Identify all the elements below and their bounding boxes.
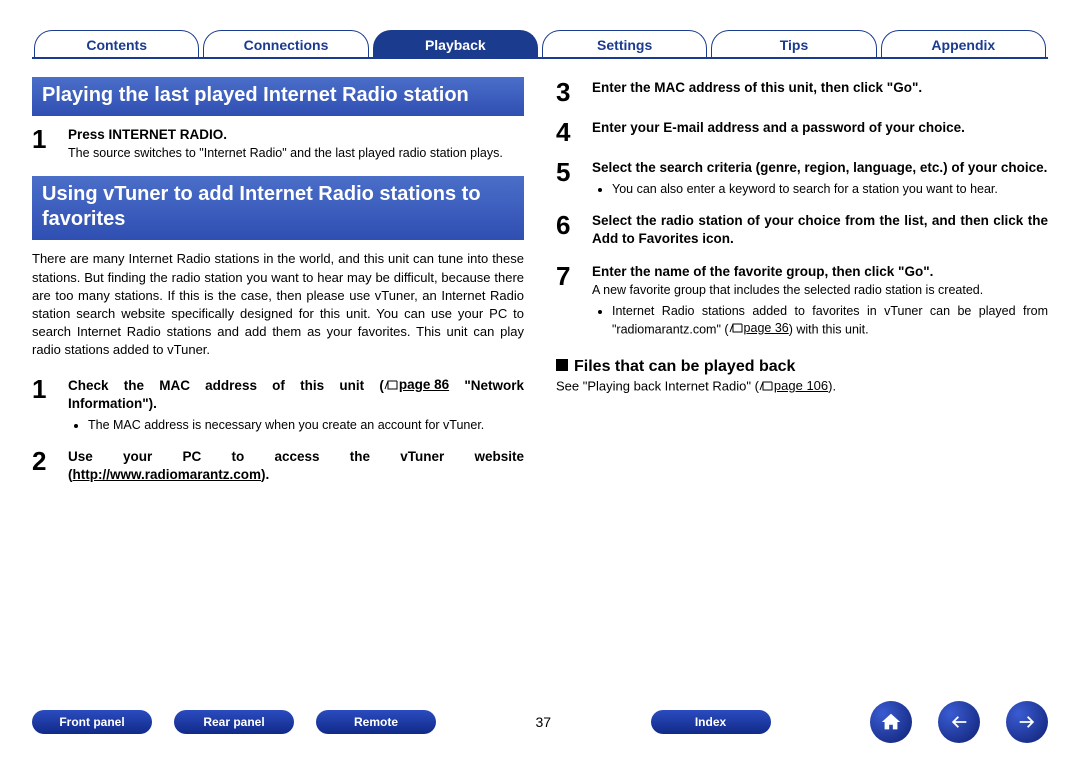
bottom-bar: Front panel Rear panel Remote 37 Index — [32, 701, 1048, 743]
step-number: 6 — [556, 212, 582, 248]
left-column: Playing the last played Internet Radio s… — [32, 73, 524, 498]
step-number: 1 — [32, 376, 58, 434]
vtuner-step-6: 6 Select the radio station of your choic… — [556, 212, 1048, 248]
vtuner-step-2: 2 Use your PC to access the vTuner websi… — [32, 448, 524, 484]
arrow-left-icon — [948, 711, 970, 733]
heading-vtuner: Using vTuner to add Internet Radio stati… — [32, 176, 524, 240]
step-number: 5 — [556, 159, 582, 198]
files-heading: Files that can be played back — [556, 358, 1048, 376]
step-bullet: Internet Radio stations added to favorit… — [612, 303, 1048, 338]
files-note: See "Playing back Internet Radio" (page … — [556, 378, 1048, 394]
nav-rear-panel[interactable]: Rear panel — [174, 710, 294, 734]
step-title: Enter the name of the favorite group, th… — [592, 264, 933, 279]
vtuner-url-link[interactable]: http://www.radiomarantz.com — [73, 467, 262, 482]
tab-contents[interactable]: Contents — [34, 30, 199, 57]
home-button[interactable] — [870, 701, 912, 743]
step-title-part: ). — [261, 467, 269, 482]
top-tabs: Contents Connections Playback Settings T… — [32, 30, 1048, 59]
step-title: Press INTERNET RADIO. — [68, 127, 227, 142]
tab-tips[interactable]: Tips — [711, 30, 876, 57]
vtuner-step-3: 3 Enter the MAC address of this unit, th… — [556, 79, 1048, 105]
step-number: 1 — [32, 126, 58, 162]
step-number: 2 — [32, 448, 58, 484]
step-bullet: You can also enter a keyword to search f… — [612, 181, 1047, 198]
page-link-106[interactable]: page 106 — [759, 378, 828, 393]
nav-remote[interactable]: Remote — [316, 710, 436, 734]
right-column: 3 Enter the MAC address of this unit, th… — [556, 73, 1048, 498]
step-body: The source switches to "Internet Radio" … — [68, 146, 503, 160]
page-number: 37 — [535, 714, 551, 730]
step-title: Select the search criteria (genre, regio… — [592, 160, 1047, 175]
step-number: 7 — [556, 263, 582, 339]
vtuner-step-7: 7 Enter the name of the favorite group, … — [556, 263, 1048, 339]
tab-settings[interactable]: Settings — [542, 30, 707, 57]
arrow-right-icon — [1016, 711, 1038, 733]
tab-connections[interactable]: Connections — [203, 30, 368, 57]
step-1: 1 Press INTERNET RADIO. The source switc… — [32, 126, 524, 162]
vtuner-step-5: 5 Select the search criteria (genre, reg… — [556, 159, 1048, 198]
step-title: Select the radio station of your choice … — [592, 213, 1048, 246]
vtuner-intro: There are many Internet Radio stations i… — [32, 250, 524, 359]
tab-playback[interactable]: Playback — [373, 30, 538, 57]
heading-play-last: Playing the last played Internet Radio s… — [32, 77, 524, 116]
step-title: Enter the MAC address of this unit, then… — [592, 80, 922, 95]
step-number: 4 — [556, 119, 582, 145]
vtuner-step-1: 1 Check the MAC address of this unit (pa… — [32, 376, 524, 434]
page-link-86[interactable]: page 86 — [384, 376, 449, 394]
step-number: 3 — [556, 79, 582, 105]
nav-front-panel[interactable]: Front panel — [32, 710, 152, 734]
step-bullet: The MAC address is necessary when you cr… — [88, 417, 524, 434]
step-title-part: Check the MAC address of this unit ( — [68, 378, 384, 393]
tab-appendix[interactable]: Appendix — [881, 30, 1046, 57]
step-title: Enter your E-mail address and a password… — [592, 120, 965, 135]
vtuner-step-4: 4 Enter your E-mail address and a passwo… — [556, 119, 1048, 145]
home-icon — [880, 711, 902, 733]
prev-page-button[interactable] — [938, 701, 980, 743]
square-bullet-icon — [556, 359, 568, 371]
page-link-36[interactable]: page 36 — [729, 320, 789, 337]
step-body: A new favorite group that includes the s… — [592, 283, 983, 297]
nav-index[interactable]: Index — [651, 710, 771, 734]
next-page-button[interactable] — [1006, 701, 1048, 743]
